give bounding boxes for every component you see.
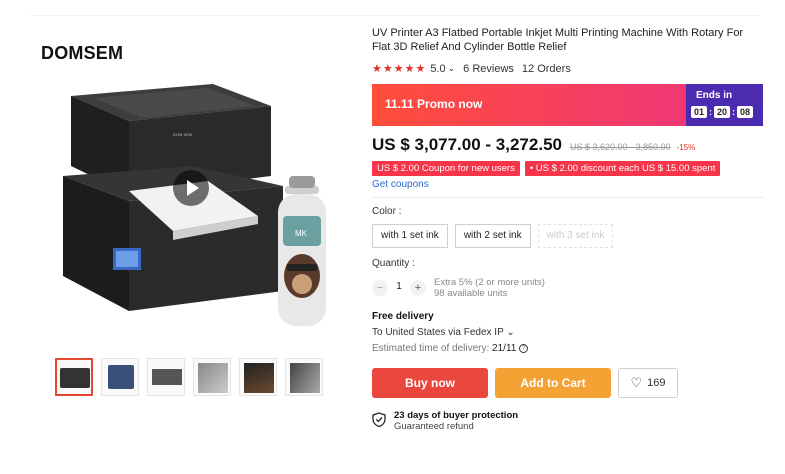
thumbnail-strip [55, 358, 323, 396]
action-buttons: Buy now Add to Cart ♡ 169 [372, 368, 764, 398]
shipping-method[interactable]: To United States via Fedex IP ⌄ [372, 327, 764, 338]
reviews-link[interactable]: 6 Reviews [463, 63, 514, 75]
color-options: with 1 set ink with 2 set ink with 3 set… [372, 224, 764, 248]
star-rating: ★★★★★ [372, 63, 427, 75]
eta-label: Estimated time of delivery: [372, 343, 490, 354]
timer-seconds: 08 [737, 106, 754, 118]
timer-hours: 01 [691, 106, 708, 118]
current-price: US $ 3,077.00 - 3,272.50 [372, 135, 562, 154]
price-row: US $ 3,077.00 - 3,272.50 US $ 3,620.00 -… [372, 135, 764, 155]
coupon-row: US $ 2.00 Coupon for new users • US $ 2.… [372, 161, 764, 176]
ends-in-label: Ends in [696, 90, 733, 101]
shield-check-icon [372, 412, 386, 427]
product-page: MK DOM SEM DOMSEM UV Printer A3 Flatbed … [0, 0, 785, 474]
printer-label: DOM SEM [173, 132, 192, 137]
promo-label: 11.11 Promo now [385, 97, 483, 111]
thumbnail-4[interactable] [193, 358, 231, 396]
original-price: US $ 3,620.00 - 3,850.00 [569, 142, 671, 152]
promo-banner: 11.11 Promo now Ends in 01 : 20 : 08 [372, 84, 763, 126]
option-2-set-ink[interactable]: with 2 set ink [454, 224, 531, 248]
rating-value[interactable]: 5.0 [430, 63, 445, 75]
quantity-notes: Extra 5% (2 or more units) 98 available … [434, 277, 545, 299]
thumbnail-1[interactable] [55, 358, 93, 396]
bottle-label: MK [295, 229, 308, 238]
buy-now-button[interactable]: Buy now [372, 368, 488, 398]
new-user-coupon[interactable]: US $ 2.00 Coupon for new users [372, 161, 520, 176]
discount-badge: -15% [676, 143, 696, 152]
top-divider [30, 15, 760, 16]
option-1-set-ink[interactable]: with 1 set ink [372, 224, 448, 248]
color-label: Color : [372, 206, 402, 217]
wishlist-button[interactable]: ♡ 169 [618, 368, 678, 398]
play-video-button[interactable] [173, 170, 209, 206]
product-title: UV Printer A3 Flatbed Portable Inkjet Mu… [372, 27, 744, 53]
quantity-value[interactable]: 1 [388, 281, 410, 292]
store-discount-coupon[interactable]: • US $ 2.00 discount each US $ 15.00 spe… [524, 161, 721, 176]
heart-icon: ♡ [630, 375, 643, 390]
bulk-discount-note: Extra 5% (2 or more units) [434, 277, 545, 288]
rating-row: ★★★★★ 5.0 ⌄ 6 Reviews 12 Orders [372, 62, 764, 76]
get-coupons-link[interactable]: Get coupons [372, 179, 764, 190]
orders-count: 12 Orders [521, 62, 571, 75]
thumbnail-5[interactable] [239, 358, 277, 396]
countdown-timer: 01 : 20 : 08 [691, 106, 754, 118]
delivery-estimate: Estimated time of delivery: 21/11 ? [372, 343, 764, 354]
increase-button[interactable]: + [410, 280, 426, 296]
brand-logo: DOMSEM [41, 43, 124, 63]
available-units: 98 available units [434, 288, 508, 299]
countdown-box: Ends in 01 : 20 : 08 [686, 84, 763, 126]
buyer-protection: 23 days of buyer protection Guaranteed r… [372, 410, 764, 432]
chevron-down-icon[interactable]: ⌄ [448, 63, 456, 74]
quantity-stepper: − 1 + Extra 5% (2 or more units) 98 avai… [372, 277, 764, 299]
thumbnail-3[interactable] [147, 358, 185, 396]
protection-subtitle: Guaranteed refund [394, 421, 474, 432]
option-3-set-ink: with 3 set ink [537, 224, 614, 248]
wishlist-count: 169 [647, 377, 666, 389]
product-info: UV Printer A3 Flatbed Portable Inkjet Mu… [372, 26, 764, 432]
info-icon[interactable]: ? [519, 343, 529, 353]
eta-value: 21/11 [492, 343, 517, 354]
shipping-title: Free delivery [372, 311, 434, 322]
protection-title: 23 days of buyer protection [394, 410, 519, 421]
divider [372, 197, 764, 198]
add-to-cart-button[interactable]: Add to Cart [495, 368, 611, 398]
timer-minutes: 20 [714, 106, 731, 118]
main-product-image[interactable]: MK DOM SEM DOMSEM [33, 26, 351, 346]
timer-colon: : [732, 107, 736, 117]
thumbnail-6[interactable] [285, 358, 323, 396]
decrease-button[interactable]: − [372, 280, 388, 296]
quantity-label: Quantity : [372, 258, 415, 269]
thumbnail-2[interactable] [101, 358, 139, 396]
timer-colon: : [709, 107, 713, 117]
